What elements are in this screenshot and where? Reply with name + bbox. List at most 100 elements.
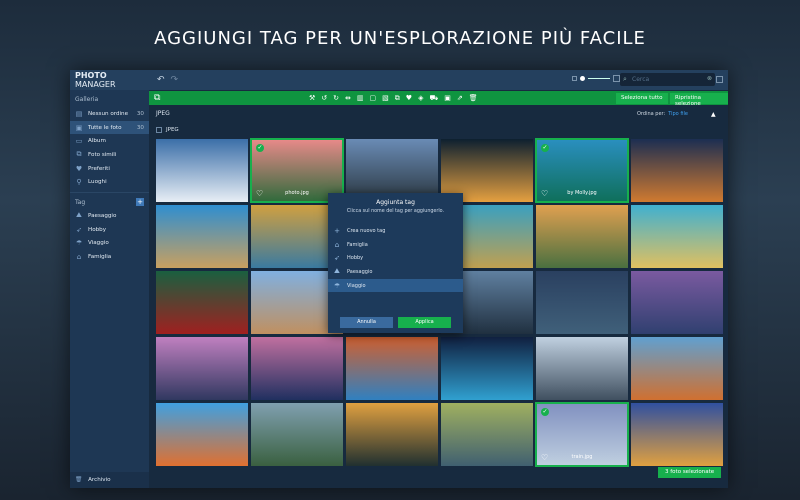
plus-icon: +	[334, 226, 340, 235]
photo-thumbnail[interactable]	[631, 271, 723, 334]
photo-thumbnail[interactable]	[441, 337, 533, 400]
selected-check-icon[interactable]: ✓	[541, 408, 549, 416]
selected-check-icon[interactable]: ✓	[541, 144, 549, 152]
cancel-button[interactable]: Annulla	[340, 317, 393, 328]
magic-wand-icon[interactable]: ⚒	[309, 94, 315, 103]
dialog-title: Aggiunta tag	[376, 199, 415, 206]
add-tag-dialog: Aggiunta tag Clicca sul nome del tag per…	[328, 193, 463, 333]
tool-icons: ⚒ ↺ ↻ ⇹ ▥ ▢ ▧ ⧉ ♥ ◈ ⛟ ▣ ⇗ 🗑	[309, 94, 478, 103]
rotate-left-icon[interactable]: ↺	[321, 94, 327, 103]
calendar-icon[interactable]	[716, 76, 723, 83]
dialog-item-label: Paesaggio	[347, 268, 373, 275]
reset-selection-button[interactable]: Ripristina selezione	[670, 93, 728, 107]
photos-icon: ▣	[75, 123, 83, 132]
share-icon[interactable]: ⇗	[457, 94, 463, 103]
add-tag-button[interactable]: +	[136, 198, 144, 207]
slider-handle[interactable]	[580, 76, 585, 81]
trash-icon[interactable]: 🗑	[469, 94, 478, 103]
dialog-subtitle: Clicca sul nome del tag per aggiungerlo.	[346, 209, 445, 214]
unsorted-icon: ▤	[75, 109, 83, 118]
tag-label: Paesaggio	[88, 212, 117, 219]
item-count: 30	[136, 110, 144, 117]
title-bar: PHOTO MANAGER ↶ ↷ ⌕ Cerca ⊗	[70, 70, 728, 90]
undo-icon[interactable]: ↶	[157, 75, 165, 85]
sort-control: Ordina per: Tipo file	[637, 111, 688, 117]
sidebar-item-label: Preferiti	[88, 165, 110, 172]
headline: AGGIUNGI TAG PER UN'ESPLORAZIONE PIÙ FAC…	[154, 28, 646, 49]
clear-search-icon[interactable]: ⊗	[707, 75, 712, 82]
photo-thumbnail[interactable]	[441, 403, 533, 466]
sidebar-item-label: Album	[88, 138, 106, 145]
rotate-right-icon[interactable]: ↻	[333, 94, 339, 103]
flip-icon[interactable]: ⇹	[345, 94, 351, 103]
sidebar-item-label: Tutte le foto	[88, 124, 122, 131]
frame-icon[interactable]: ▧	[382, 94, 389, 103]
photo-thumbnail[interactable]: ✓ ♡ by Molly.jpg	[535, 138, 629, 203]
thumbnail-size-slider[interactable]	[572, 75, 620, 82]
photo-thumbnail[interactable]: ✓ ♡ train.jpg	[535, 402, 629, 467]
photo-thumbnail[interactable]	[156, 403, 248, 466]
large-thumb-icon	[613, 75, 620, 82]
dialog-item-label: Famiglia	[347, 241, 368, 248]
photo-thumbnail[interactable]	[156, 337, 248, 400]
film-icon[interactable]: ▥	[357, 94, 364, 103]
sidebar-tag-viaggio[interactable]: ☂ Viaggio	[70, 237, 149, 251]
dialog-tag-paesaggio[interactable]: ⛰ Paesaggio	[328, 265, 463, 279]
photo-thumbnail[interactable]	[631, 337, 723, 400]
album-icon[interactable]: ▣	[444, 94, 451, 103]
sidebar-tag-paesaggio[interactable]: ⛰ Paesaggio	[70, 209, 149, 223]
dialog-tag-crea-nuovo-tag[interactable]: + Crea nuovo tag	[328, 224, 463, 238]
rocket-icon: ➶	[76, 225, 82, 234]
add-photos-icon[interactable]: ⧉	[154, 93, 160, 103]
sidebar-item-archive[interactable]: 🗑 Archivio	[70, 472, 149, 488]
photo-thumbnail[interactable]	[156, 271, 248, 334]
dialog-tag-famiglia[interactable]: ⌂ Famiglia	[328, 238, 463, 252]
collapse-arrow-icon[interactable]: ▲	[711, 111, 716, 118]
photo-thumbnail[interactable]	[156, 139, 248, 202]
select-all-button[interactable]: Seleziona tutto	[616, 93, 668, 104]
photo-thumbnail[interactable]	[536, 337, 628, 400]
selected-check-icon[interactable]: ✓	[256, 144, 264, 152]
sidebar-item-preferiti[interactable]: ♥ Preferiti	[70, 162, 149, 176]
apply-button[interactable]: Applica	[398, 317, 451, 328]
photo-thumbnail[interactable]	[346, 337, 438, 400]
sidebar: Galleria ▤ Nessun ordine 30 ▣ Tutte le foto 3…	[70, 90, 149, 488]
landscape-icon: ⛰	[334, 267, 340, 276]
dialog-tag-viaggio[interactable]: ☂ Viaggio	[328, 278, 463, 293]
photo-thumbnail[interactable]	[251, 337, 343, 400]
sidebar-tag-famiglia[interactable]: ⌂ Famiglia	[70, 250, 149, 264]
sidebar-item-album[interactable]: ▭ Album	[70, 134, 149, 148]
dialog-tag-hobby[interactable]: ➶ Hobby	[328, 251, 463, 265]
sidebar-tag-hobby[interactable]: ➶ Hobby	[70, 223, 149, 237]
sidebar-item-foto-simili[interactable]: ⧉ Foto simili	[70, 148, 149, 162]
sidebar-item-tutte-le-foto[interactable]: ▣ Tutte le foto 30	[70, 120, 149, 135]
item-count: 30	[136, 124, 144, 131]
photo-thumbnail[interactable]	[631, 205, 723, 268]
tag-icon[interactable]: ◈	[418, 94, 423, 103]
photo-thumbnail[interactable]	[631, 403, 723, 466]
photo-thumbnail[interactable]	[631, 139, 723, 202]
archive-icon: 🗑	[75, 477, 83, 483]
group-checkbox[interactable]: JPEG	[156, 127, 179, 133]
redo-icon[interactable]: ↷	[171, 75, 179, 85]
sidebar-item-luoghi[interactable]: ⚲ Luoghi	[70, 175, 149, 189]
photo-thumbnail[interactable]	[536, 271, 628, 334]
photo-thumbnail[interactable]	[251, 403, 343, 466]
home-icon: ⌂	[334, 240, 340, 249]
copy-icon[interactable]: ⧉	[395, 94, 400, 103]
crop-icon[interactable]: ▢	[370, 94, 377, 103]
dialog-item-label: Hobby	[347, 255, 364, 262]
photo-thumbnail[interactable]	[536, 205, 628, 268]
heart-icon[interactable]: ♥	[406, 94, 412, 103]
photo-thumbnail[interactable]	[346, 403, 438, 466]
sort-value-link[interactable]: Tipo file	[668, 111, 688, 117]
car-icon[interactable]: ⛟	[429, 94, 438, 103]
album-icon: ▭	[75, 137, 83, 146]
selection-count-badge: 3 foto selezionate	[658, 467, 722, 478]
search-icon: ⌕	[623, 75, 627, 83]
sidebar-item-nessun-ordine[interactable]: ▤ Nessun ordine 30	[70, 107, 149, 121]
action-toolbar: ⧉ ⚒ ↺ ↻ ⇹ ▥ ▢ ▧ ⧉ ♥ ◈ ⛟ ▣ ⇗ 🗑 Seleziona tutto Riprist…	[149, 91, 728, 107]
search-placeholder: Cerca	[632, 76, 650, 83]
photo-thumbnail[interactable]	[156, 205, 248, 268]
search-input[interactable]: ⌕ Cerca ⊗	[620, 73, 715, 86]
